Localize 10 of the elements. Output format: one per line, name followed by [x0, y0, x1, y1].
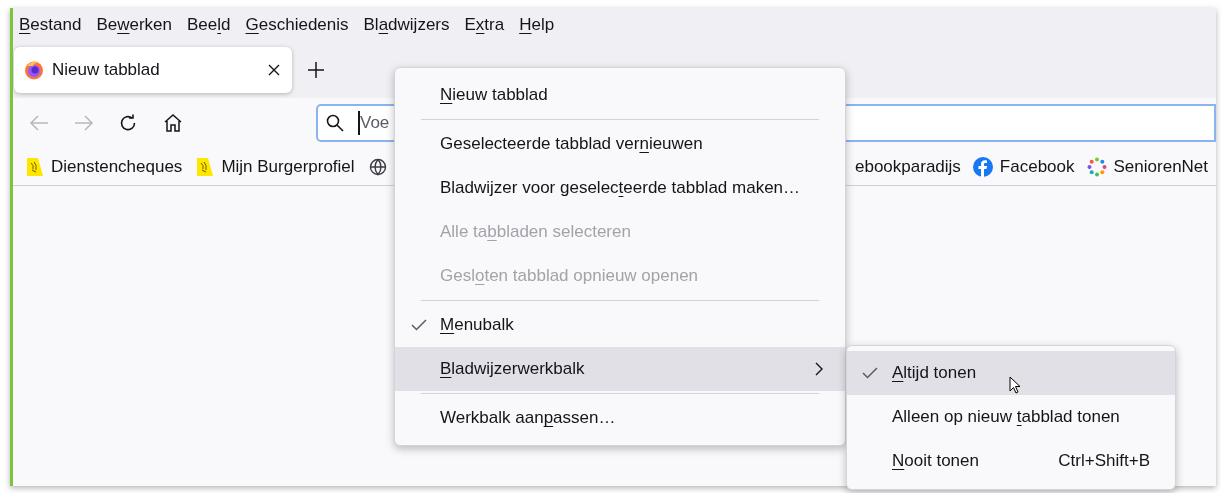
menu-item-label: Menubalk: [440, 314, 515, 337]
placeholder-text: Voe: [360, 112, 390, 135]
shortcut-text: Ctrl+Shift+B: [1058, 450, 1150, 473]
menu-item-label: Bladwijzerwerkbalk: [440, 358, 586, 381]
menu-item-label: Bladwijzer voor geselecteerde tabblad maken…: [440, 177, 802, 200]
menu-item-label: Nieuw tabblad: [440, 84, 549, 107]
menu-item-label: Gesloten tabblad opnieuw openen: [440, 265, 700, 288]
menu-item-label: Werkbalk aanpassen…: [440, 407, 617, 430]
tab-title: Nieuw tabblad: [52, 59, 161, 82]
menu-item-label: Alle tabbladen selecteren: [440, 221, 632, 244]
